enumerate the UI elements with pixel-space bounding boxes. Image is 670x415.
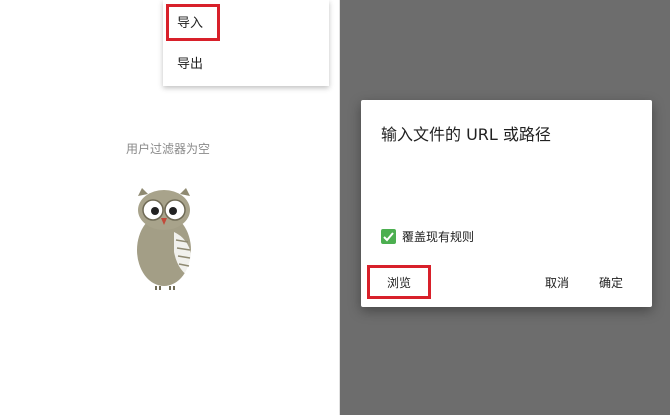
user-filter-screen: 导入 导出 用户过滤器为空 [0, 0, 339, 415]
browse-highlight-box [367, 265, 431, 299]
dialog-title: 输入文件的 URL 或路径 [381, 125, 551, 144]
owl-illustration [137, 188, 193, 290]
import-highlight-box [166, 4, 220, 41]
check-icon [383, 232, 394, 242]
menu-item-export[interactable]: 导出 [177, 53, 203, 77]
ok-button[interactable]: 确定 [599, 274, 623, 291]
cancel-button[interactable]: 取消 [545, 274, 569, 291]
empty-state-text: 用户过滤器为空 [125, 142, 210, 156]
overwrite-rules-checkbox[interactable] [381, 229, 396, 244]
overwrite-rules-label: 覆盖现有规则 [402, 230, 475, 244]
